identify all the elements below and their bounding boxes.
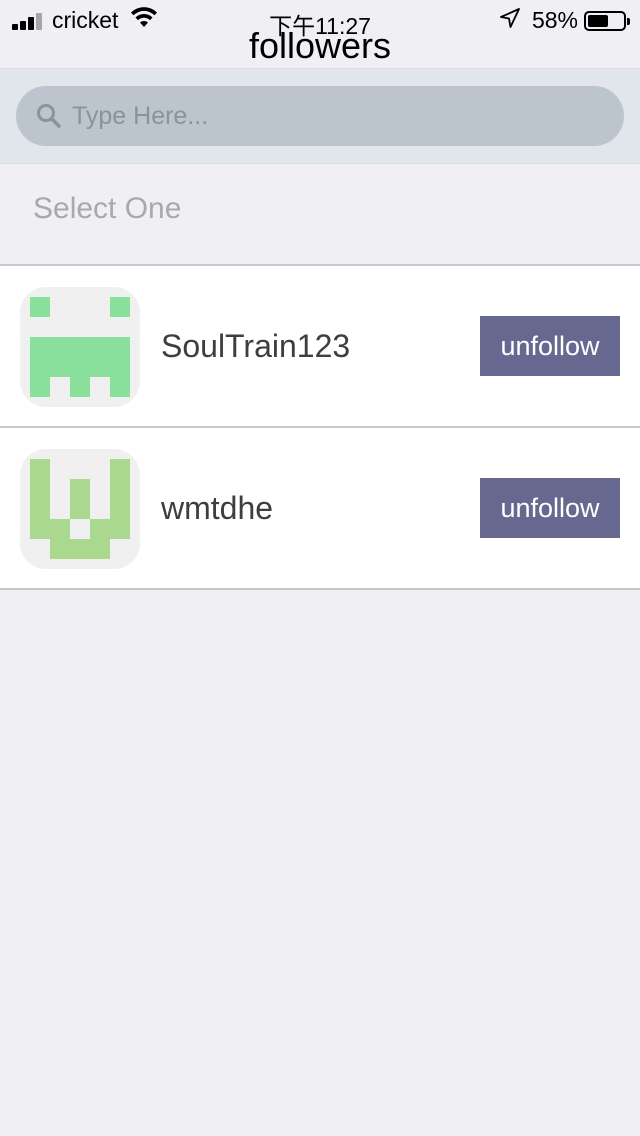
follower-username: wmtdhe bbox=[161, 490, 274, 526]
unfollow-button[interactable]: unfollow bbox=[480, 316, 620, 376]
unfollow-button[interactable]: unfollow bbox=[480, 478, 620, 538]
identicon-avatar bbox=[20, 287, 140, 407]
follower-username: SoulTrain123 bbox=[161, 328, 351, 364]
followers-list: SoulTrain123 unfollow wmtdhe unfollow bbox=[0, 264, 640, 590]
follower-row[interactable]: SoulTrain123 unfollow bbox=[0, 266, 640, 428]
search-input[interactable] bbox=[70, 100, 574, 132]
battery-level bbox=[588, 14, 608, 27]
section-header: Select One bbox=[33, 192, 182, 225]
page-title: followers bbox=[248, 25, 392, 66]
follower-row[interactable]: wmtdhe unfollow bbox=[0, 428, 640, 590]
identicon-avatar bbox=[20, 449, 140, 569]
search-bar bbox=[0, 68, 640, 164]
search-field[interactable] bbox=[16, 86, 624, 146]
search-icon bbox=[36, 103, 62, 129]
